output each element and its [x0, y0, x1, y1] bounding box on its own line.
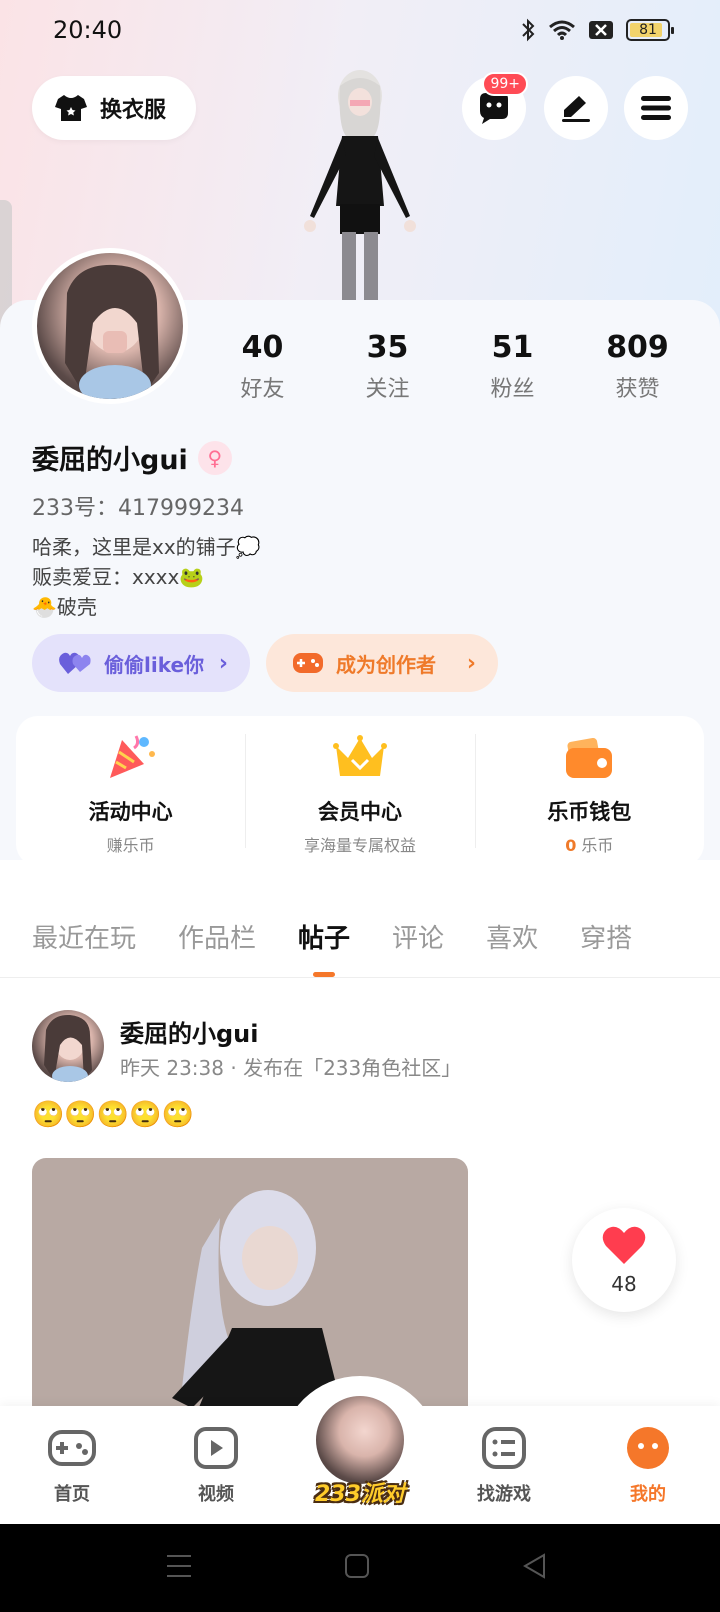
avatar-3d-figure[interactable] — [290, 66, 430, 306]
secret-like-button[interactable]: 偷偷like你 › — [32, 634, 250, 692]
activity-center-card[interactable]: 活动中心 赚乐币 — [16, 716, 245, 866]
chevron-right-icon: › — [218, 650, 228, 676]
status-time: 20:40 — [53, 16, 123, 44]
chevron-right-icon: › — [466, 650, 476, 676]
profile-username: 委屈的小gui ♀ — [32, 438, 232, 477]
profile-bio: 哈柔，这里是xx的铺子💭 贩卖爱豆：xxxx🐸 🐣破壳 — [32, 535, 261, 619]
face-icon — [627, 1427, 669, 1469]
edit-profile-button[interactable] — [544, 76, 608, 140]
activity-center-sub: 赚乐币 — [106, 836, 155, 855]
wallet-balance: 0 乐币 — [565, 836, 614, 855]
messages-badge: 99+ — [482, 72, 528, 96]
recents-icon[interactable] — [166, 1552, 192, 1580]
nav-home[interactable]: 首页 — [22, 1426, 122, 1506]
sim-off-icon — [589, 21, 613, 39]
stat-following[interactable]: 35 关注 — [325, 330, 450, 403]
member-center-sub: 享海量专属权益 — [303, 836, 416, 855]
battery-indicator: 81 — [626, 19, 674, 41]
party-popper-icon — [109, 735, 155, 778]
become-creator-button[interactable]: 成为创作者 › — [266, 634, 498, 692]
edit-icon — [562, 96, 590, 122]
activity-center-title: 活动中心 — [88, 800, 173, 824]
post-meta: 昨天 23:38 · 发布在「233角色社区」 — [120, 1056, 462, 1080]
post-avatar-photo — [44, 1014, 92, 1082]
member-center-card[interactable]: 会员中心 享海量专属权益 — [245, 716, 474, 866]
stat-likes[interactable]: 809 获赞 — [575, 330, 700, 403]
avatar-photo — [65, 264, 159, 399]
tshirt-icon — [55, 95, 87, 121]
stat-friends[interactable]: 40 好友 — [200, 330, 325, 403]
gamepad-icon — [48, 1430, 96, 1466]
stat-fans[interactable]: 51 粉丝 — [450, 330, 575, 403]
profile-tabs: 最近在玩 作品栏 帖子 评论 喜欢 穿搭 — [0, 892, 720, 978]
tab-likes[interactable]: 喜欢 — [486, 918, 538, 955]
heart-icon — [602, 1226, 646, 1264]
chat-bubble-icon — [480, 93, 508, 124]
menu-icon — [641, 96, 671, 120]
post-author-avatar[interactable] — [32, 1010, 104, 1082]
gamepad-plus-icon — [293, 653, 323, 673]
nav-video[interactable]: 视频 — [166, 1426, 266, 1506]
status-icons: 81 — [520, 18, 674, 42]
system-navigation-bar — [0, 1524, 720, 1612]
menu-button[interactable] — [624, 76, 688, 140]
member-center-title: 会员中心 — [317, 800, 402, 824]
profile-avatar[interactable] — [32, 248, 188, 404]
profile-uid: 233号：417999234 — [32, 496, 244, 521]
tab-works[interactable]: 作品栏 — [178, 918, 256, 955]
tab-recently-played[interactable]: 最近在玩 — [32, 918, 136, 955]
female-icon: ♀ — [197, 440, 232, 475]
username-text: 委屈的小gui — [32, 445, 188, 476]
tab-comments[interactable]: 评论 — [392, 918, 444, 955]
post-text: 🙄🙄🙄🙄🙄 — [32, 1100, 194, 1130]
wifi-icon — [549, 20, 575, 40]
secret-like-label: 偷偷like你 — [104, 652, 205, 677]
tab-posts[interactable]: 帖子 — [298, 918, 350, 955]
double-heart-icon — [59, 652, 91, 674]
messages-button[interactable]: 99+ — [462, 72, 528, 140]
nav-party-avatar[interactable] — [312, 1392, 408, 1488]
change-outfit-label: 换衣服 — [100, 98, 167, 123]
crown-icon — [332, 735, 387, 776]
post-like-count: 48 — [611, 1272, 637, 1296]
quick-access-cards: 活动中心 赚乐币 会员中心 享海量专属权益 乐币钱包 0 乐币 — [16, 716, 704, 866]
post-author-name[interactable]: 委屈的小gui — [120, 1014, 259, 1049]
nav-party-label[interactable]: 233派对 — [300, 1476, 420, 1508]
wallet-card[interactable]: 乐币钱包 0 乐币 — [474, 716, 704, 866]
profile-stats: 40 好友 35 关注 51 粉丝 809 获赞 — [200, 330, 700, 403]
bluetooth-icon — [522, 18, 535, 42]
list-icon — [482, 1427, 526, 1469]
play-icon — [194, 1427, 238, 1469]
post-like-button[interactable]: 48 — [572, 1208, 676, 1312]
status-bar: 20:40 81 — [0, 0, 720, 64]
become-creator-label: 成为创作者 — [336, 652, 436, 677]
home-icon[interactable] — [344, 1552, 370, 1580]
nav-me[interactable]: 我的 — [598, 1426, 698, 1506]
tab-outfits[interactable]: 穿搭 — [580, 918, 632, 955]
wallet-title: 乐币钱包 — [547, 800, 632, 824]
change-outfit-button[interactable]: 换衣服 — [32, 76, 196, 140]
nav-find-games[interactable]: 找游戏 — [454, 1426, 554, 1506]
wallet-icon — [566, 737, 613, 778]
back-icon[interactable] — [522, 1552, 548, 1580]
